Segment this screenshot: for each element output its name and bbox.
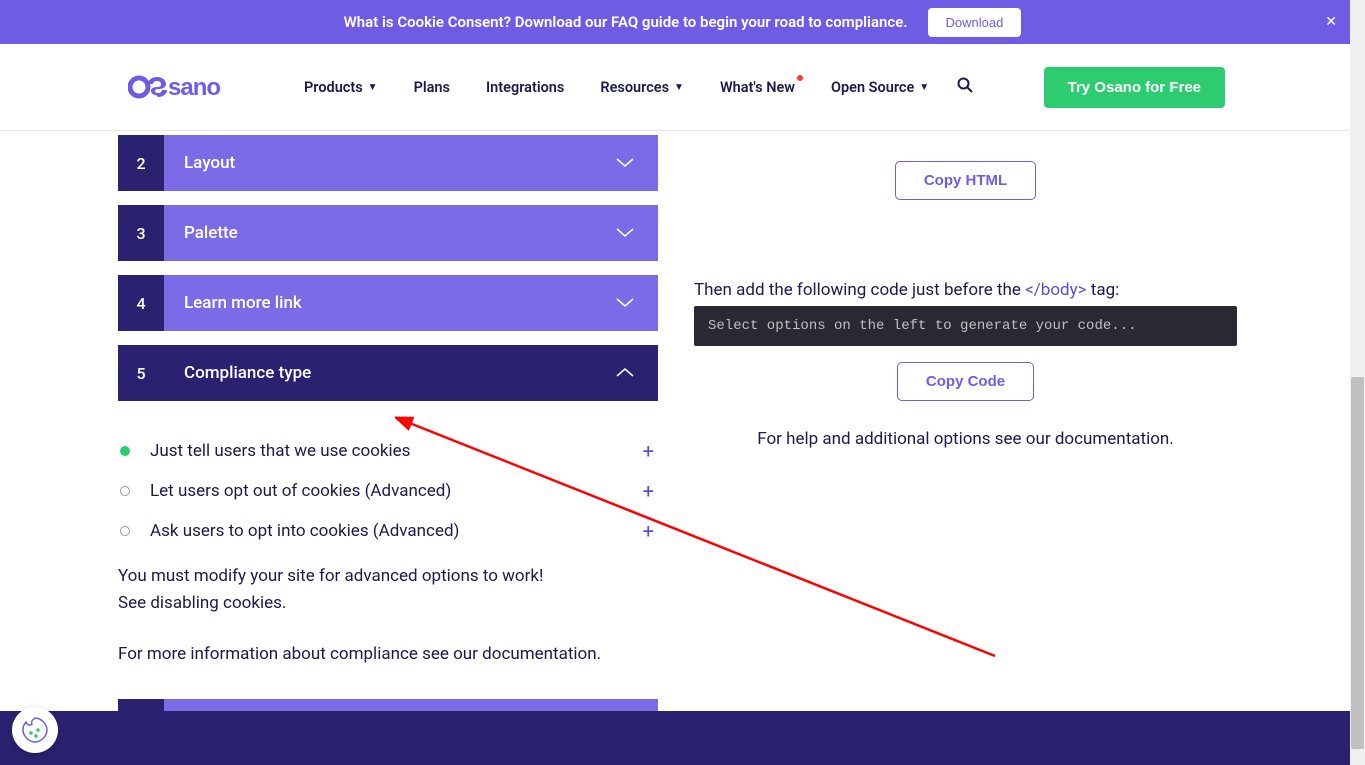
accordion-compliance-type[interactable]: 5 Compliance type xyxy=(118,345,658,401)
chevron-down-icon: ▼ xyxy=(368,82,378,93)
accordion-layout[interactable]: 2 Layout xyxy=(118,135,658,191)
svg-text:sano: sano xyxy=(168,74,220,101)
chevron-down-icon xyxy=(616,158,634,168)
accordion-number: 2 xyxy=(118,135,164,191)
banner-text: What is Cookie Consent? Download our FAQ… xyxy=(344,13,908,31)
nav-plans[interactable]: Plans xyxy=(396,79,468,96)
nav-whats-new[interactable]: What's New xyxy=(702,79,813,96)
accordion-number: 5 xyxy=(118,345,164,401)
accordion-number: 4 xyxy=(118,275,164,331)
plus-icon[interactable]: + xyxy=(643,439,654,463)
scrollbar-thumb[interactable] xyxy=(1351,377,1364,749)
cookie-widget-icon[interactable] xyxy=(12,707,58,753)
top-navbar: sano Products▼ Plans Integrations Resour… xyxy=(0,44,1365,131)
code-column: Copy HTML Then add the following code ju… xyxy=(658,131,1237,765)
promo-banner: What is Cookie Consent? Download our FAQ… xyxy=(0,0,1365,44)
compliance-option-opt-in[interactable]: Ask users to opt into cookies (Advanced)… xyxy=(118,511,658,551)
accordion-title: Layout xyxy=(164,135,658,191)
instruction-text: Then add the following code just before … xyxy=(694,280,1237,300)
search-icon[interactable] xyxy=(957,77,973,97)
copy-code-button[interactable]: Copy Code xyxy=(897,362,1034,401)
nav-resources[interactable]: Resources▼ xyxy=(582,79,702,96)
chevron-down-icon xyxy=(616,298,634,308)
accordion-number: 3 xyxy=(118,205,164,261)
nav-products[interactable]: Products▼ xyxy=(286,79,396,96)
banner-download-button[interactable]: Download xyxy=(928,8,1022,37)
plus-icon[interactable]: + xyxy=(643,479,654,503)
accordion-title: Palette xyxy=(164,205,658,261)
compliance-warning: You must modify your site for advanced o… xyxy=(118,563,658,617)
compliance-body: Just tell users that we use cookies + Le… xyxy=(118,415,658,689)
banner-close-icon[interactable]: ✕ xyxy=(1325,14,1337,30)
accordion-palette[interactable]: 3 Palette xyxy=(118,205,658,261)
notification-dot-icon xyxy=(797,75,803,81)
code-preview[interactable]: Select options on the left to generate y… xyxy=(694,306,1237,346)
accordion-learn-more-link[interactable]: 4 Learn more link xyxy=(118,275,658,331)
copy-html-button[interactable]: Copy HTML xyxy=(895,161,1036,200)
help-text[interactable]: For help and additional options see our … xyxy=(694,429,1237,449)
chevron-down-icon xyxy=(616,228,634,238)
plus-icon[interactable]: + xyxy=(643,519,654,543)
nav-integrations[interactable]: Integrations xyxy=(468,79,582,96)
body-tag: </body> xyxy=(1025,280,1086,300)
accordion-title: Compliance type xyxy=(164,345,658,401)
nav-items: Products▼ Plans Integrations Resources▼ … xyxy=(286,77,973,97)
nav-open-source[interactable]: Open Source▼ xyxy=(813,79,947,96)
scrollbar[interactable] xyxy=(1350,0,1365,765)
logo[interactable]: sano xyxy=(128,73,246,101)
compliance-docs-link[interactable]: For more information about compliance se… xyxy=(118,641,658,668)
chevron-up-icon xyxy=(616,368,634,378)
radio-icon xyxy=(120,526,130,536)
accordion-column: 2 Layout 3 Palette 4 Learn more link xyxy=(118,131,658,765)
accordion-title: Learn more link xyxy=(164,275,658,331)
radio-icon xyxy=(120,446,130,456)
try-free-button[interactable]: Try Osano for Free xyxy=(1044,67,1225,108)
radio-icon xyxy=(120,486,130,496)
chevron-down-icon: ▼ xyxy=(919,82,929,93)
footer-bar xyxy=(0,711,1351,765)
compliance-option-inform[interactable]: Just tell users that we use cookies + xyxy=(118,431,658,471)
chevron-down-icon: ▼ xyxy=(674,82,684,93)
compliance-option-opt-out[interactable]: Let users opt out of cookies (Advanced) … xyxy=(118,471,658,511)
